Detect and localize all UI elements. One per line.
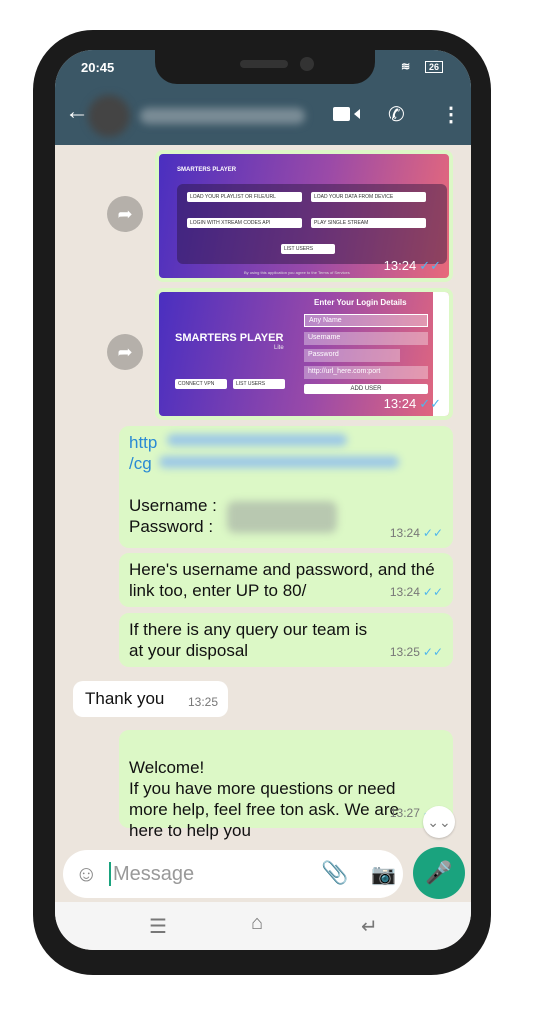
connect-vpn-button: CONNECT VPN [175, 379, 227, 389]
home-nav-button[interactable]: ⌂ [251, 912, 263, 935]
message-input[interactable]: Message [113, 863, 194, 886]
read-ticks-icon: ✓✓ [422, 526, 443, 540]
emoji-icon[interactable]: ☺ [75, 861, 97, 887]
name-field: Any Name [304, 314, 428, 327]
status-time: 20:45 [81, 60, 115, 75]
message-input-bar[interactable]: ☺ Message 📎 📷 [63, 850, 403, 898]
back-button[interactable]: ← [65, 98, 89, 126]
notch [155, 50, 375, 84]
brand-logo: SMARTERS PLAYER [177, 167, 237, 173]
message-time: 13:24 ✓✓ [383, 396, 441, 411]
read-ticks-icon: ✓✓ [422, 645, 443, 659]
video-call-button[interactable] [333, 107, 350, 121]
terms-text: By using this application you agree to t… [244, 270, 350, 275]
list-users-button: LIST USERS [281, 244, 335, 254]
add-user-button: ADD USER [304, 384, 428, 394]
contact-name[interactable] [140, 108, 305, 124]
video-icon [349, 109, 360, 119]
message-bubble: If there is any query our team is at you… [119, 613, 453, 667]
read-ticks-icon: ✓✓ [422, 585, 443, 599]
camera-icon[interactable]: 📷 [371, 862, 396, 887]
single-stream-button: PLAY SINGLE STREAM [311, 218, 426, 228]
attach-icon[interactable]: 📎 [321, 860, 348, 886]
image-message-1[interactable]: SMARTERS PLAYER LOAD YOUR PLAYLIST OR FI… [155, 150, 453, 282]
brand-logo: SMARTERS PLAYER [175, 332, 284, 344]
forward-button[interactable]: ➦ [107, 334, 143, 370]
mic-button[interactable]: 🎤 [413, 847, 465, 899]
list-users-button: LIST USERS [233, 379, 285, 389]
load-playlist-button: LOAD YOUR PLAYLIST OR FILE/URL [187, 192, 302, 202]
forward-button[interactable]: ➦ [107, 196, 143, 232]
message-time: 13:24 ✓✓ [383, 258, 441, 273]
read-ticks-icon: ✓✓ [419, 258, 441, 273]
login-title: Enter Your Login Details [314, 298, 407, 307]
wifi-icon: ≋ [401, 61, 411, 73]
menu-button[interactable]: ⋮ [441, 102, 461, 127]
read-ticks-icon: ✓✓ [419, 396, 441, 411]
xtream-login-button: LOGIN WITH XTREAM CODES API [187, 218, 302, 228]
back-nav-button[interactable]: ↵ [361, 914, 378, 939]
image-message-2[interactable]: SMARTERS PLAYER Lite Enter Your Login De… [155, 288, 453, 420]
screen: 20:45 ≋ 26 ← ✆ ⋮ ➦ SMARTERS PLAYER LOAD … [55, 50, 471, 950]
credentials-message: http /cg Username : Password : 13:24 ✓✓ [119, 426, 453, 548]
incoming-message: Thank you 13:25 [73, 681, 228, 717]
password-field: Password [304, 349, 400, 362]
message-bubble: Welcome! If you have more questions or n… [119, 730, 453, 840]
phone-call-button[interactable]: ✆ [388, 102, 405, 127]
chat-header: 20:45 ≋ 26 ← ✆ ⋮ [55, 50, 471, 145]
android-nav-bar: ☰ ⌂ ↵ [55, 902, 471, 950]
url-field: http://url_here.com:port [304, 366, 428, 379]
menu-nav-button[interactable]: ☰ [149, 914, 167, 939]
avatar[interactable] [88, 95, 130, 137]
battery-icon: 26 [425, 61, 444, 73]
scroll-down-button[interactable]: ⌄⌄ [423, 806, 455, 838]
load-device-button: LOAD YOUR DATA FROM DEVICE [311, 192, 426, 202]
message-bubble: Here's username and password, and thé li… [119, 553, 453, 607]
username-field: Username [304, 332, 428, 345]
